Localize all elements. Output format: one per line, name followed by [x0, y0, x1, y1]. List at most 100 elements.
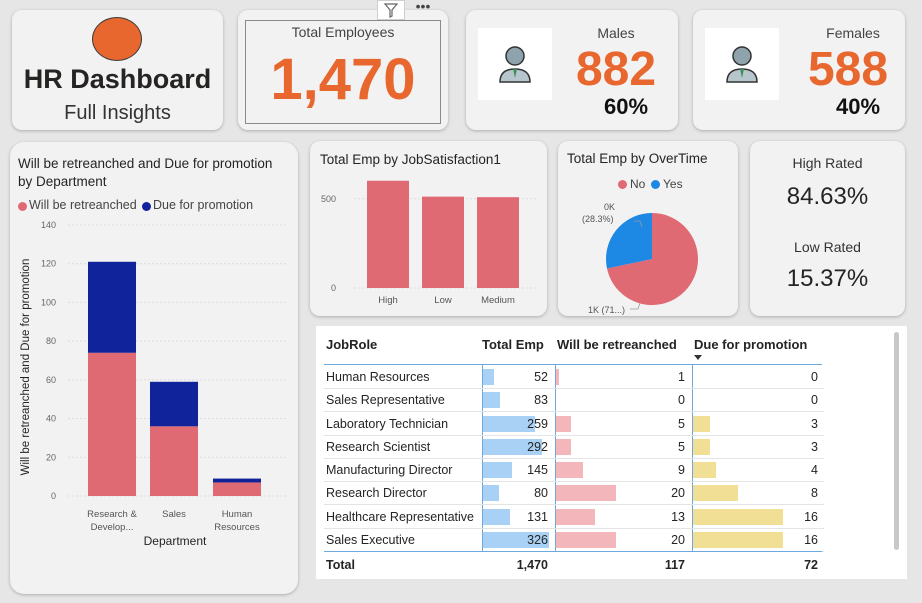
cell-retrenched: 5 [678, 416, 685, 431]
females-card: Females 588 40% [693, 10, 905, 130]
dept-y-tick-label: 20 [46, 452, 56, 462]
cell-promotion: 0 [811, 393, 818, 408]
table-row[interactable]: Sales Executive 326 20 16 [324, 528, 824, 552]
table-total-label: Total [326, 558, 355, 572]
females-label: Females [826, 25, 880, 41]
logo-circle [92, 17, 142, 61]
low-rated-value: 15.37% [786, 265, 869, 292]
dept-y-tick-label: 40 [46, 414, 56, 424]
js-x-tick-label: High [378, 295, 398, 306]
low-rated-label: Low Rated [794, 239, 861, 255]
job-satisfaction-plot: 500 0 High Low Medium [321, 180, 538, 306]
table-total-promotion: 72 [804, 558, 818, 572]
cell-total-emp: 145 [527, 463, 548, 477]
pie-leader-no [630, 302, 641, 310]
cell-promotion: 8 [811, 486, 818, 501]
males-percent: 60% [603, 94, 649, 119]
table-header-promotion[interactable]: Due for promotion [694, 337, 807, 352]
females-percent: 40% [835, 94, 881, 119]
females-value: 588 [807, 43, 889, 96]
dept-bar-promotion[interactable] [213, 478, 261, 483]
dept-y-tick-label: 60 [46, 375, 56, 385]
cell-jobrole: Sales Executive [326, 532, 415, 547]
cell-promotion: 3 [811, 439, 818, 454]
js-bar[interactable] [477, 197, 519, 288]
dept-x-tick-label-line2: Develop... [91, 522, 134, 533]
males-value: 882 [575, 43, 657, 96]
cell-total-emp: 52 [534, 370, 548, 384]
table-header-jobrole[interactable]: JobRole [326, 337, 377, 352]
female-avatar-box [705, 28, 779, 100]
dept-y-tick-label: 0 [51, 491, 56, 501]
cell-total-emp: 80 [534, 486, 548, 501]
dept-x-tick-label: Sales [162, 509, 186, 520]
total-employees-card[interactable]: Total Employees 1,470 [238, 10, 448, 130]
cell-retrenched: 5 [678, 439, 685, 454]
table-row[interactable]: Research Director 80 20 8 [324, 481, 824, 506]
cell-total-emp: 259 [527, 416, 548, 431]
dept-x-tick-label: Human [222, 509, 253, 520]
table-row[interactable]: Laboratory Technician 259 5 3 [324, 412, 824, 436]
js-x-tick-label: Medium [481, 295, 515, 306]
table-row[interactable]: Research Scientist 292 5 3 [324, 435, 824, 459]
overtime-pie [606, 213, 698, 310]
cell-promotion: 3 [811, 416, 818, 431]
filter-icon[interactable] [377, 0, 405, 20]
cell-total-emp: 292 [527, 439, 548, 454]
table-header-total-emp[interactable]: Total Emp [482, 337, 544, 352]
js-x-tick-label: Low [434, 295, 452, 306]
dept-chart-plot: 140 120 100 80 60 40 20 0 Research & Develop... Sa… [41, 220, 288, 533]
job-satisfaction-card[interactable]: Total Emp by JobSatisfaction1 500 0 High Lo… [310, 141, 547, 316]
table-row[interactable]: Manufacturing Director 145 9 4 [324, 458, 824, 482]
dept-bar-promotion[interactable] [150, 381, 198, 427]
dashboard-subtitle: Full Insights [64, 102, 171, 124]
overtime-card[interactable]: Total Emp by OverTime No Yes 0K (28.3%) … [558, 141, 738, 316]
more-options-icon[interactable]: ••• [410, 0, 436, 18]
cell-total-emp: 83 [534, 393, 548, 408]
dept-x-axis-title: Department [143, 534, 207, 548]
table-header-retrenched[interactable]: Will be retreanched [557, 337, 677, 352]
sort-desc-icon[interactable] [694, 355, 702, 360]
js-bar[interactable] [367, 180, 409, 288]
high-rated-value: 84.63% [786, 183, 869, 210]
dept-y-axis-title: Will be retreanched and Due for promotio… [20, 258, 32, 476]
high-rated-label: High Rated [792, 155, 863, 171]
cell-retrenched: 20 [671, 486, 685, 501]
pie-label-yes: 0K [604, 202, 616, 212]
js-bar[interactable] [422, 196, 464, 288]
js-y-tick-label: 500 [321, 194, 336, 204]
pie-label-no: 1K (71...) [588, 305, 626, 315]
dept-bar-promotion[interactable] [88, 261, 136, 353]
cell-retrenched: 13 [671, 509, 685, 524]
dept-y-tick-label: 120 [41, 259, 56, 269]
rating-card: High Rated 84.63% Low Rated 15.37% [750, 141, 905, 316]
table-row[interactable]: Sales Representative 83 0 0 [324, 388, 824, 413]
table-row[interactable]: Human Resources 52 1 0 [324, 365, 824, 389]
males-label: Males [597, 25, 635, 41]
table-scrollbar[interactable] [894, 332, 899, 550]
dept-bar-retrenched[interactable] [150, 426, 198, 496]
cell-jobrole: Sales Representative [326, 393, 445, 408]
cell-promotion: 16 [804, 509, 818, 524]
dept-y-tick-label: 80 [46, 336, 56, 346]
js-y-tick-label: 0 [331, 283, 336, 293]
cell-total-emp: 326 [527, 532, 548, 547]
pie-label-yes-pct: (28.3%) [582, 214, 614, 224]
dept-bar-retrenched[interactable] [213, 482, 261, 496]
cell-promotion: 0 [811, 370, 818, 384]
dept-bar-retrenched[interactable] [88, 352, 136, 496]
dept-x-tick-label-line2: Resources [214, 522, 260, 533]
cell-jobrole: Manufacturing Director [326, 463, 453, 477]
cell-jobrole: Research Scientist [326, 439, 431, 454]
cell-retrenched: 9 [678, 463, 685, 477]
jobrole-table[interactable]: JobRole Total Emp Will be retreanched Du… [316, 326, 907, 579]
dept-x-tick-label: Research & [87, 509, 137, 520]
cell-promotion: 4 [811, 463, 818, 477]
dept-y-tick-label: 100 [41, 297, 56, 307]
table-total-emp: 1,470 [516, 558, 548, 572]
table-row[interactable]: Healthcare Representative 131 13 16 [324, 505, 824, 529]
person-icon [726, 46, 758, 83]
dept-chart-card[interactable]: Will be retreanched and Due for promotio… [10, 142, 298, 594]
cell-jobrole: Laboratory Technician [326, 416, 449, 431]
dashboard-title: HR Dashboard [23, 64, 212, 94]
